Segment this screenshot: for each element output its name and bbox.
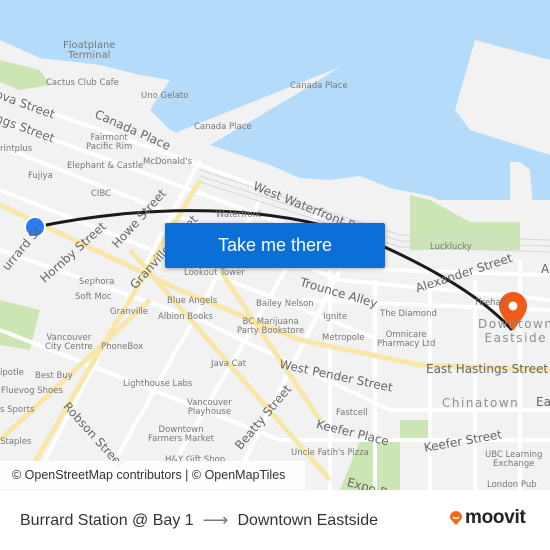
route-summary: Burrard Station @ Bay 1 ⟶ Downtown Easts… (20, 510, 378, 531)
label-staples: Staples (0, 437, 32, 447)
arrow-right-icon: ⟶ (202, 510, 229, 530)
label-java-cat: Java Cat (211, 359, 247, 369)
moovit-logo[interactable]: moovit (449, 507, 526, 529)
label-bc-marijuana: BC Marijuana Party Bookstore (237, 317, 305, 336)
label-cactus-club: Cactus Club Cafe (46, 78, 119, 88)
label-firehall: Firehall (475, 298, 506, 308)
label-elephant-castle: Elephant & Castle (67, 161, 144, 171)
label-lighthouse-labs: Lighthouse Labs (123, 379, 193, 389)
label-london-pub: London Pub (487, 480, 537, 490)
label-ea-street: Ea (536, 395, 550, 409)
label-fairmont: Fairmont Pacific Rim (86, 133, 133, 152)
label-printplus: rintplus (0, 144, 33, 154)
label-ignite: Ignite (323, 312, 348, 322)
map-view[interactable]: Floatplane Terminal Cactus Club Cafe Uno… (0, 0, 550, 490)
label-east-hastings: East Hastings Street (426, 362, 549, 376)
label-fluevog: Fluevog Shoes (1, 386, 63, 396)
label-uno-gelato: Uno Gelato (141, 91, 189, 101)
label-best-buy: Best Buy (35, 371, 73, 381)
label-canada-place-pier: Canada Place (290, 81, 348, 91)
label-canada-place-poi: Canada Place (194, 122, 252, 132)
label-uncle-faths: Uncle Fatih's Pizza (291, 448, 369, 458)
label-lookout-tower: Lookout Tower (184, 268, 245, 278)
label-granville: Granville (110, 307, 149, 317)
label-floatplane-terminal: Floatplane Terminal (63, 40, 116, 61)
destination-name: Downtown Eastside (237, 511, 378, 529)
label-chipotle: ipotle (0, 368, 24, 378)
label-a-street: A (541, 262, 550, 276)
label-vancouver-playhouse: Vancouver Playhouse (187, 398, 232, 417)
footer-bar: Burrard Station @ Bay 1 ⟶ Downtown Easts… (0, 490, 550, 550)
label-soft-moc: Soft Moc (75, 292, 112, 302)
label-downtown-eastside: Downtown Eastside (478, 317, 550, 345)
label-mcdonalds: McDonald's (143, 157, 192, 167)
label-albion-books: Albion Books (158, 312, 213, 322)
label-lucklucky: Lucklucky (430, 242, 472, 252)
park-chinatown (400, 420, 430, 440)
label-fujiya: Fujiya (28, 171, 53, 181)
label-ubc-learning: UBC Learning Exchange (485, 450, 543, 469)
label-omnicare: Omnicare Pharmacy Ltd (377, 330, 436, 349)
moovit-pin-icon (450, 511, 462, 525)
map-attribution[interactable]: © OpenStreetMap contributors | © OpenMap… (0, 461, 305, 489)
label-chinatown: Chinatown (442, 396, 520, 410)
label-the-diamond: The Diamond (380, 309, 437, 319)
label-fastcell: Fastcell (336, 408, 368, 418)
origin-name: Burrard Station @ Bay 1 (20, 511, 194, 529)
label-metropole: Metropole (322, 333, 365, 343)
label-blue-angels: Blue Angels (167, 296, 218, 306)
label-bailey-nelson: Bailey Nelson (256, 299, 314, 309)
label-phonebox: PhoneBox (101, 342, 144, 352)
label-sports: s Sports (0, 405, 35, 415)
label-waterfront: Waterfront (216, 210, 262, 220)
label-farmers-market: Downtown Farmers Market (148, 425, 215, 444)
label-vancouver-city-centre: Vancouver City Centre (45, 333, 93, 352)
moovit-wordmark: moovit (465, 507, 526, 528)
label-sephora: Sephora (79, 277, 115, 287)
take-me-there-button[interactable]: Take me there (165, 223, 385, 268)
label-cibc: CIBC (91, 189, 112, 199)
